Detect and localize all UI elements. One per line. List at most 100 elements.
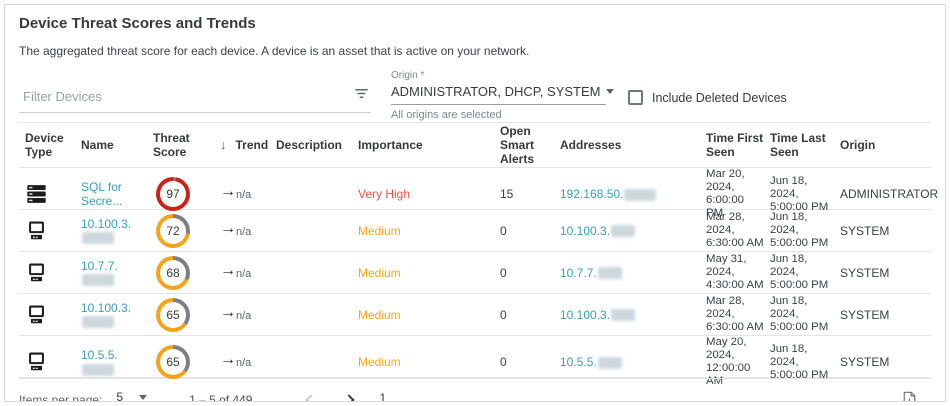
- trend-value: n/a: [236, 357, 252, 369]
- threat-score-ring: 65: [156, 297, 190, 332]
- redacted-text: [624, 188, 657, 201]
- device-name-link[interactable]: 10.5.5.: [81, 348, 118, 362]
- col-open-smart-alerts[interactable]: Open Smart Alerts: [500, 124, 560, 166]
- next-page-icon[interactable]: [343, 393, 356, 401]
- trend-flat-arrow-icon: →: [220, 351, 236, 368]
- threat-score-ring: 72: [156, 213, 190, 248]
- device-name-link[interactable]: SQL for Secre...: [81, 180, 122, 208]
- col-time-first-seen[interactable]: Time First Seen: [706, 131, 770, 159]
- table-row: SQL for Secre... 97 → n/a Very High 15 19…: [19, 168, 938, 219]
- sort-descending-icon[interactable]: ↓: [220, 138, 227, 152]
- col-origin[interactable]: Origin: [840, 138, 931, 152]
- workstation-icon: [25, 351, 75, 373]
- origin-value: SYSTEM: [840, 223, 890, 238]
- page-number-input[interactable]: [377, 390, 440, 401]
- device-name-link[interactable]: 10.100.3.: [81, 301, 131, 315]
- table-row: 10.100.3. 72 → n/a Medium 0 10.100.3. Mar…: [19, 210, 931, 252]
- open-alerts-count: 15: [500, 187, 514, 201]
- pager: [305, 393, 356, 401]
- include-deleted-block: Include Deleted Devices: [628, 90, 787, 105]
- threat-score-ring: 65: [156, 345, 190, 379]
- trend-value: n/a: [236, 189, 252, 201]
- trend-cell: → n/a: [208, 261, 276, 281]
- chevron-down-icon: [139, 394, 148, 400]
- device-name-link[interactable]: 10.100.3.: [81, 217, 131, 231]
- time-first-seen: Mar 28, 2024, 6:30:00 AM: [706, 211, 764, 249]
- open-alerts-count: 0: [500, 355, 507, 369]
- importance-value: Medium: [358, 355, 401, 369]
- importance-value: Medium: [358, 265, 401, 280]
- origin-value: SYSTEM: [840, 307, 890, 322]
- col-importance[interactable]: Importance: [358, 138, 500, 152]
- threat-score-value: 65: [160, 301, 186, 328]
- redacted-text: [597, 267, 622, 280]
- col-addresses[interactable]: Addresses: [560, 138, 706, 152]
- time-first-seen: Mar 28, 2024, 6:30:00 AM: [706, 295, 764, 333]
- open-alerts-count: 0: [500, 307, 507, 322]
- threat-score-value: 65: [160, 349, 186, 375]
- filter-list-icon[interactable]: [354, 86, 369, 106]
- col-name[interactable]: Name: [81, 138, 153, 152]
- page-subtitle: The aggregated threat score for each dev…: [19, 44, 530, 58]
- col-description[interactable]: Description: [276, 138, 358, 152]
- origin-select-block: Origin * ADMINISTRATOR, DHCP, SYSTEM All…: [391, 70, 615, 121]
- device-filter-field: [19, 84, 371, 113]
- table-header-row: Device Type Name Threat Score ↓ Trend De…: [19, 122, 931, 168]
- address-link[interactable]: 192.168.50.: [560, 187, 623, 201]
- trend-flat-arrow-icon: →: [220, 261, 236, 279]
- origin-helper-text: All origins are selected: [391, 109, 502, 121]
- address-link[interactable]: 10.100.3.: [560, 224, 610, 238]
- redacted-text: [611, 309, 636, 322]
- threat-score-value: 68: [160, 259, 186, 286]
- col-trend[interactable]: ↓ Trend: [208, 138, 276, 153]
- include-deleted-label: Include Deleted Devices: [652, 90, 787, 105]
- redacted-text: [82, 363, 114, 376]
- trend-value: n/a: [236, 309, 252, 322]
- origin-value: SYSTEM: [840, 355, 890, 369]
- threat-score-ring: 97: [156, 177, 190, 211]
- page-number-box: Pages: 90: [377, 390, 440, 401]
- trend-cell: → n/a: [208, 184, 276, 202]
- table-row: 10.7.7. 68 → n/a Medium 0 10.7.7. May 31,…: [19, 252, 931, 294]
- previous-page-icon[interactable]: [305, 393, 318, 401]
- device-filter-input[interactable]: [21, 87, 354, 105]
- device-name-link[interactable]: 10.7.7.: [81, 259, 118, 273]
- workstation-icon: [25, 220, 75, 242]
- items-per-page-value: 5: [116, 390, 124, 402]
- page-title: Device Threat Scores and Trends: [19, 15, 256, 32]
- time-last-seen: Jun 18, 2024, 5:00:00 PM: [770, 253, 829, 291]
- table-row: 10.100.3. 65 → n/a Medium 0 10.100.3. Mar…: [19, 294, 931, 336]
- origin-value: SYSTEM: [840, 265, 890, 280]
- time-last-seen: Jun 18, 2024, 5:00:00 PM: [770, 342, 829, 381]
- address-link[interactable]: 10.7.7.: [560, 266, 597, 280]
- trend-cell: → n/a: [208, 220, 276, 239]
- trend-flat-arrow-icon: →: [220, 303, 236, 321]
- threat-score-value: 97: [160, 181, 186, 207]
- threat-score-ring: 68: [156, 255, 190, 290]
- export-report-button[interactable]: [902, 391, 917, 401]
- trend-cell: → n/a: [208, 351, 276, 370]
- items-per-page-label: Items per page:: [19, 392, 103, 402]
- col-threat-score[interactable]: Threat Score: [153, 131, 208, 159]
- table-row: 10.5.5. 65 → n/a Medium 0 10.5.5. May 20,…: [19, 336, 931, 387]
- address-link[interactable]: 10.5.5.: [560, 355, 597, 369]
- origin-label: Origin *: [391, 70, 425, 81]
- include-deleted-checkbox[interactable]: [628, 90, 643, 105]
- open-alerts-count: 0: [500, 265, 507, 280]
- importance-value: Medium: [358, 223, 401, 238]
- items-per-page-select[interactable]: 5: [110, 390, 151, 402]
- address-link[interactable]: 10.100.3.: [560, 308, 610, 322]
- col-device-type[interactable]: Device Type: [19, 131, 81, 159]
- origin-select[interactable]: ADMINISTRATOR, DHCP, SYSTEM: [391, 81, 615, 105]
- trend-value: n/a: [236, 225, 252, 238]
- device-threat-panel: Device Threat Scores and Trends The aggr…: [4, 4, 946, 402]
- col-time-last-seen[interactable]: Time Last Seen: [770, 131, 840, 159]
- threat-score-value: 72: [160, 217, 186, 244]
- col-trend-label: Trend: [235, 138, 269, 152]
- devices-table: Device Type Name Threat Score ↓ Trend De…: [19, 122, 938, 387]
- time-last-seen: Jun 18, 2024, 5:00:00 PM: [770, 211, 829, 249]
- redacted-text: [597, 356, 622, 369]
- redacted-text: [82, 232, 114, 245]
- workstation-icon: [25, 304, 75, 326]
- workstation-icon: [25, 262, 75, 284]
